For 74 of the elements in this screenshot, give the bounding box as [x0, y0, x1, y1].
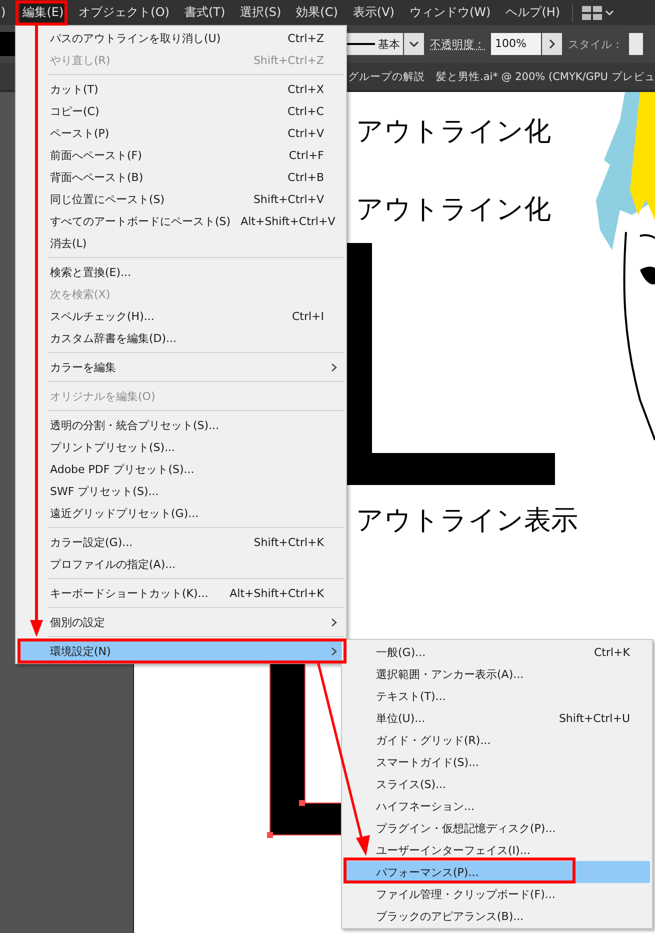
- stroke-style-dropdown[interactable]: 基本: [347, 33, 403, 55]
- fill-swatch[interactable]: [0, 32, 15, 56]
- menu-item[interactable]: ファイル管理・クリップボード(F)...: [344, 883, 650, 905]
- menu-item[interactable]: SWF プリセット(S)...: [18, 480, 344, 502]
- menu-item[interactable]: カラーを編集: [18, 356, 344, 378]
- workspace-icon[interactable]: [582, 6, 602, 20]
- menu-bar-item[interactable]: オブジェクト(O): [76, 1, 172, 24]
- menu-bar-item[interactable]: 書式(T): [181, 1, 228, 24]
- chevron-right-icon: [549, 39, 555, 49]
- menu-item[interactable]: キーボードショートカット(K)... Alt+Shift+Ctrl+K: [18, 582, 344, 604]
- opacity-field[interactable]: 100%: [491, 33, 541, 55]
- keyboard-shortcut: Shift+Ctrl+U: [558, 712, 630, 724]
- menu-bar-item[interactable]: 選択(S): [237, 1, 284, 24]
- menu-item[interactable]: テキスト(T)...: [344, 685, 650, 707]
- menu-item[interactable]: パスのアウトラインを取り消し(U) Ctrl+Z: [18, 27, 344, 49]
- keyboard-shortcut: Ctrl+V: [288, 126, 324, 140]
- menu-item[interactable]: ガイド・グリッド(R)...: [344, 729, 650, 751]
- menu-item[interactable]: ハイフネーション...: [344, 795, 650, 817]
- menu-item[interactable]: 背面へペースト(B) Ctrl+B: [18, 166, 344, 188]
- menu-item[interactable]: 単位(U)... Shift+Ctrl+U: [344, 707, 650, 729]
- menu-item[interactable]: スマートガイド(S)...: [344, 751, 650, 773]
- keyboard-shortcut: Shift+Ctrl+V: [253, 192, 324, 206]
- keyboard-shortcut: Ctrl+C: [288, 104, 324, 118]
- expand-button[interactable]: [542, 33, 562, 55]
- style-swatch[interactable]: [629, 33, 643, 55]
- menu-item[interactable]: スペルチェック(H)... Ctrl+I: [18, 305, 344, 327]
- menu-item[interactable]: ユーザーインターフェイス(I)...: [344, 839, 650, 861]
- menu-item[interactable]: 個別の設定: [18, 611, 344, 633]
- menu-bar-item[interactable]: ウィンドウ(W): [406, 1, 494, 24]
- keyboard-shortcut: Shift+Ctrl+K: [254, 536, 324, 548]
- canvas-text: アウトライン表示: [356, 505, 578, 537]
- annotation-box: [16, 0, 68, 26]
- menu-item[interactable]: ブラックのアピアランス(B)...: [344, 905, 650, 927]
- menu-item[interactable]: 一般(G)... Ctrl+K: [344, 641, 650, 663]
- menu-item[interactable]: すべてのアートボードにペースト(S) Alt+Shift+Ctrl+V: [18, 210, 344, 232]
- keyboard-shortcut: Ctrl+I: [292, 310, 324, 322]
- menu-item[interactable]: 遠近グリッドプリセット(G)...: [18, 502, 344, 524]
- caret-icon[interactable]: [605, 10, 614, 16]
- menu-item[interactable]: カスタム辞書を編集(D)...: [18, 327, 344, 349]
- menu-item[interactable]: 透明の分割・統合プリセット(S)...: [18, 414, 344, 436]
- menu-item[interactable]: 前面へペースト(F) Ctrl+F: [18, 144, 344, 166]
- chevron-down-icon: [409, 41, 419, 47]
- menu-item[interactable]: プリントプリセット(S)...: [18, 436, 344, 458]
- keyboard-shortcut: Ctrl+B: [288, 170, 324, 184]
- keyboard-shortcut: Ctrl+F: [288, 148, 324, 162]
- menu-bar-item[interactable]: 表示(V): [350, 1, 398, 24]
- menu-item[interactable]: カラー設定(G)... Shift+Ctrl+K: [18, 531, 344, 553]
- menu-item[interactable]: Adobe PDF プリセット(S)...: [18, 458, 344, 480]
- menu-bar-item[interactable]: ヘルプ(H): [502, 1, 564, 24]
- dropdown-button[interactable]: [404, 33, 424, 55]
- style-label: スタイル：: [568, 36, 623, 52]
- menu-bar-item[interactable]: 効果(C): [293, 1, 341, 24]
- keyboard-shortcut: Alt+Shift+Ctrl+V: [240, 214, 336, 228]
- canvas-text: アウトライン化: [356, 116, 551, 148]
- menu-item[interactable]: 検索と置換(E)...: [18, 261, 344, 283]
- menu-item[interactable]: カット(T) Ctrl+X: [18, 78, 344, 100]
- menu-item[interactable]: ペースト(P) Ctrl+V: [18, 122, 344, 144]
- keyboard-shortcut: Ctrl+Z: [288, 32, 324, 44]
- stroke-line-icon: [347, 42, 375, 46]
- canvas-text: アウトライン化: [356, 194, 551, 226]
- keyboard-shortcut: Ctrl+X: [288, 82, 324, 96]
- menu-item[interactable]: 同じ位置にペースト(S) Shift+Ctrl+V: [18, 188, 344, 210]
- menu-item[interactable]: スライス(S)...: [344, 773, 650, 795]
- menu-item[interactable]: 選択範囲・アンカー表示(A)...: [344, 663, 650, 685]
- menu-item[interactable]: コピー(C) Ctrl+C: [18, 100, 344, 122]
- menu-bar-item[interactable]: ): [1, 1, 8, 24]
- opacity-label[interactable]: 不透明度：: [430, 36, 485, 52]
- keyboard-shortcut: Shift+Ctrl+Z: [253, 54, 324, 66]
- menu-item[interactable]: 消去(L): [18, 232, 344, 254]
- menu-item[interactable]: プロファイルの指定(A)...: [18, 553, 344, 575]
- menu-item[interactable]: プラグイン・仮想記憶ディスク(P)...: [344, 817, 650, 839]
- menu-item[interactable]: パフォーマンス(P)...: [344, 861, 650, 883]
- keyboard-shortcut: Ctrl+K: [594, 646, 630, 658]
- keyboard-shortcut: Alt+Shift+Ctrl+K: [230, 586, 324, 600]
